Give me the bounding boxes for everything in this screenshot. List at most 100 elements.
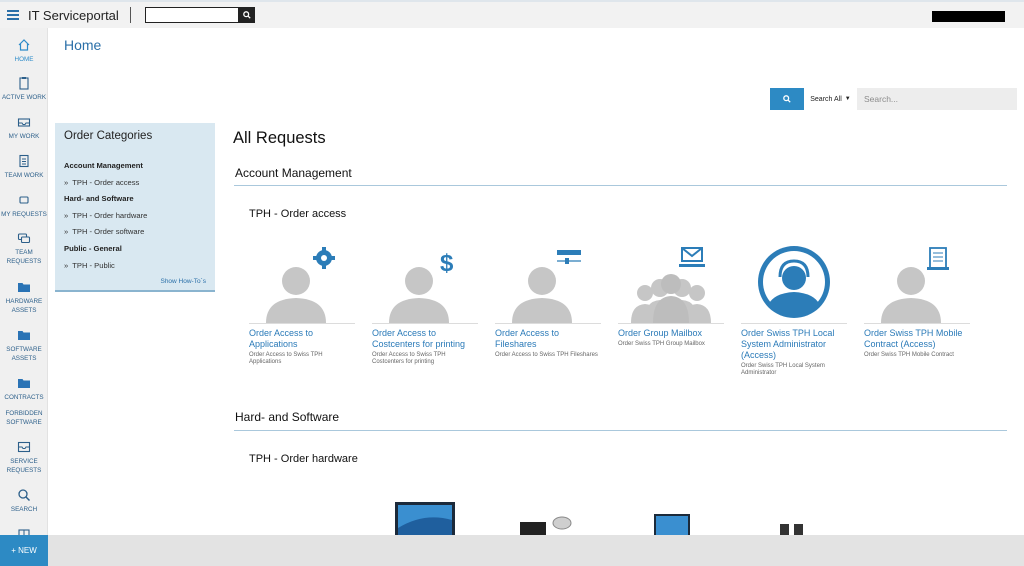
category-link-label: TPH - Order software [72, 227, 145, 236]
speakers-image[interactable] [778, 522, 806, 535]
tile-illustration [864, 241, 970, 323]
tile-divider [249, 323, 355, 324]
search-scope-label: Search All [810, 95, 842, 103]
search-input[interactable] [857, 88, 1017, 110]
chats-icon [17, 231, 31, 245]
tile-divider [372, 323, 478, 324]
tile-description: Order Swiss TPH Local System Administrat… [741, 363, 825, 376]
keyboard-mouse-image[interactable] [518, 516, 576, 535]
tile-name: Order Swiss TPH Local System Administrat… [741, 328, 835, 360]
title-divider [129, 7, 131, 23]
show-howtos-link[interactable]: Show How-To´s [160, 278, 206, 285]
tile-description: Order Access to Swiss TPH Costcenters fo… [372, 352, 446, 365]
subsection-title: TPH - Order access [249, 208, 347, 220]
envelope-icon [679, 247, 705, 267]
folder-icon [17, 328, 31, 342]
hamburger-menu-icon[interactable] [7, 10, 19, 20]
nav-label: SEARCH [10, 506, 38, 513]
nav-contracts[interactable]: CONTRACTS [0, 376, 48, 402]
section-divider [234, 185, 1007, 186]
support-agent-icon [758, 246, 830, 318]
nav-active-work[interactable]: ACTIVE WORK [0, 76, 48, 102]
tile-name: Order Access to Costcenters for printing [372, 328, 466, 349]
nav-forbidden-software[interactable]: FORBIDDEN SOFTWARE [0, 406, 48, 427]
nav-label: CONTRACTS [4, 394, 44, 401]
top-search-input[interactable] [144, 7, 239, 23]
nav-team-requests[interactable]: TEAM REQUESTS [0, 231, 48, 266]
section-divider [234, 430, 1007, 431]
tile-divider [495, 323, 601, 324]
nav-label: MY REQUESTS [1, 211, 47, 218]
nav-search[interactable]: SEARCH [0, 488, 48, 514]
inbox-icon [17, 115, 31, 129]
new-button[interactable]: + NEW [0, 535, 48, 566]
tile-description: Order Access to Swiss TPH Applications [249, 352, 323, 365]
category-group-label: Account Management [64, 161, 143, 170]
request-tile[interactable]: $ Order Access to Costcenters for printi… [372, 241, 478, 366]
search-icon [242, 11, 251, 19]
tile-divider [741, 323, 847, 324]
section-title: Hard- and Software [235, 410, 340, 424]
top-search-button[interactable] [238, 7, 255, 23]
nav-service-requests[interactable]: SERVICE REQUESTS [0, 440, 48, 475]
tile-name: Order Group Mailbox [618, 328, 703, 338]
category-link-label: TPH - Order hardware [72, 211, 148, 220]
app-title: IT Serviceportal [28, 7, 119, 23]
nav-hardware-assets[interactable]: HARDWARE ASSETS [0, 280, 48, 315]
left-navigation: HOME ACTIVE WORK MY WORK TEAM WORK MY RE… [0, 28, 48, 538]
tile-name: Order Access to Fileshares [495, 328, 560, 349]
tile-divider [864, 323, 970, 324]
nav-label: HARDWARE ASSETS [5, 298, 43, 314]
request-tile[interactable]: Order Access to Fileshares Order Access … [495, 241, 601, 359]
nav-home[interactable]: HOME [0, 38, 48, 64]
category-link[interactable]: » TPH - Public [64, 261, 115, 270]
tile-illustration [495, 241, 601, 323]
nav-software-assets[interactable]: SOFTWARE ASSETS [0, 328, 48, 363]
category-link[interactable]: » TPH - Order access [64, 178, 139, 187]
nav-team-work[interactable]: TEAM WORK [0, 154, 48, 180]
laptop-image[interactable] [653, 513, 691, 535]
request-tile[interactable]: Order Swiss TPH Local System Administrat… [741, 241, 847, 377]
tile-description: Order Swiss TPH Group Mailbox [618, 341, 705, 347]
category-link-label: TPH - Order access [72, 178, 140, 187]
request-tile[interactable]: Order Access to Applications Order Acces… [249, 241, 355, 366]
contract-icon [927, 247, 949, 270]
nav-my-work[interactable]: MY WORK [0, 115, 48, 141]
page-title: Home [64, 37, 102, 53]
tile-name: Order Swiss TPH Mobile Contract (Access) [864, 328, 963, 349]
nav-label: FORBIDDEN SOFTWARE [5, 410, 43, 426]
nav-label: ACTIVE WORK [1, 94, 47, 101]
bottom-bar [48, 535, 1024, 566]
request-tile[interactable]: Order Group Mailbox Order Swiss TPH Grou… [618, 241, 724, 348]
category-group-label: Public - General [64, 244, 122, 253]
person-icon [512, 267, 572, 323]
top-bar: IT Serviceportal [0, 0, 1024, 28]
category-link[interactable]: » TPH - Order software [64, 227, 144, 236]
search-button[interactable] [770, 88, 804, 110]
order-categories-panel: Order Categories Account Management » TPH… [55, 123, 215, 292]
category-link[interactable]: » TPH - Order hardware [64, 211, 147, 220]
clipboard-icon [17, 76, 31, 90]
main-content: Home Search All▼ Order Categories Accoun… [48, 28, 1024, 535]
tile-description: Order Swiss TPH Mobile Contract [864, 352, 954, 358]
user-name-redacted[interactable] [932, 11, 1005, 22]
search-icon [783, 95, 791, 103]
person-icon [266, 267, 326, 323]
section-title: Account Management [235, 166, 352, 180]
gear-icon [313, 247, 335, 269]
tile-illustration [741, 241, 847, 323]
tile-name: Order Access to Applications [249, 328, 314, 349]
home-icon [17, 38, 31, 52]
chat-icon [17, 193, 31, 207]
all-requests-title: All Requests [233, 129, 326, 147]
category-link-label: TPH - Public [72, 261, 115, 270]
search-scope-dropdown[interactable]: Search All ▼ [804, 88, 857, 110]
person-icon [881, 267, 941, 323]
tile-illustration [249, 241, 355, 323]
monitor-image[interactable] [394, 498, 456, 535]
nav-my-requests[interactable]: MY REQUESTS [0, 193, 48, 219]
tile-illustration: $ [372, 241, 478, 323]
request-tile[interactable]: Order Swiss TPH Mobile Contract (Access)… [864, 241, 970, 359]
tile-description: Order Access to Swiss TPH Fileshares [495, 352, 598, 358]
dollar-icon: $ [440, 250, 454, 277]
